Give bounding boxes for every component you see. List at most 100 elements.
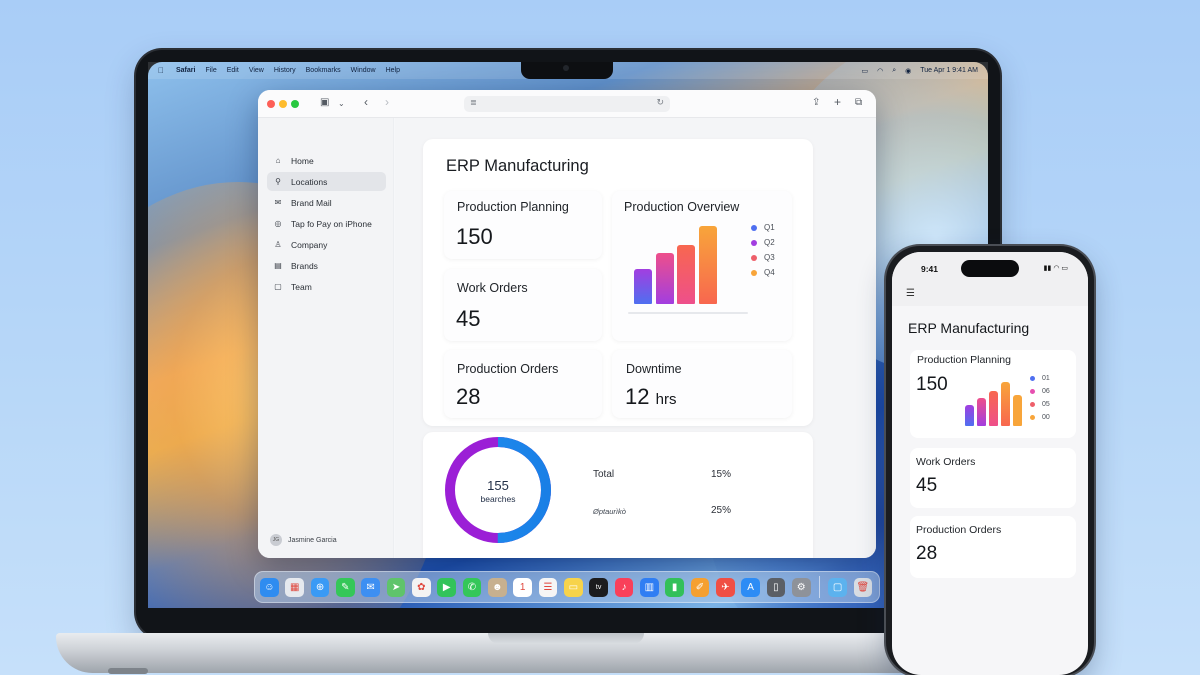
legend-dot: [1030, 376, 1035, 381]
calendar-icon[interactable]: 1: [513, 577, 533, 597]
sidebar-item-label: Brand Mail: [291, 197, 332, 208]
search-icon[interactable]: ⌕: [892, 67, 896, 75]
sidebar-item-tap-to-pay[interactable]: ◎ Tap fo Pay on iPhone: [267, 214, 386, 233]
sidebar-item-locations[interactable]: ⚲ Locations: [267, 172, 386, 191]
reload-icon[interactable]: ↻: [656, 97, 664, 108]
legend-item: 01: [1030, 372, 1050, 385]
legend-dot: [1030, 415, 1035, 420]
safari-window: ▣ ⌄ ‹ › ≣ ↻ ⇪ + ⧉ ⌂ Home ⚲ Locations ✉ B…: [258, 90, 876, 558]
chevron-down-icon[interactable]: ⌄: [338, 99, 345, 108]
tv-icon[interactable]: tv: [589, 577, 608, 597]
card-value: 150: [916, 374, 948, 395]
minimize-window-button[interactable]: [279, 100, 287, 108]
mail-icon[interactable]: ✉: [361, 577, 381, 597]
card-label: Work Orders: [916, 456, 976, 468]
menu-help[interactable]: Help: [386, 67, 400, 74]
card-value: 45: [916, 475, 938, 496]
menu-file[interactable]: File: [205, 67, 216, 74]
chart-bar: [977, 398, 986, 426]
tap-to-pay-icon: ◎: [274, 219, 282, 228]
main-content: [395, 118, 876, 558]
legend-label: 01: [1042, 375, 1050, 382]
chart-bar: [1013, 395, 1022, 426]
menu-window[interactable]: Window: [351, 67, 376, 74]
hamburger-menu-icon[interactable]: ☰: [906, 288, 915, 299]
trash-icon[interactable]: 🗑: [853, 577, 873, 597]
address-bar[interactable]: ≣ ↻: [464, 96, 670, 112]
maps-icon[interactable]: ➤: [386, 577, 406, 597]
dock: ☺ ▦ ⊕ ✎ ✉ ➤ ✿ ▶ ✆ ☻ 1 ☰ ▭ tv ♪ ▥ ▮ ✐ ✈ A ▯ ⚙ ▢ 🗑: [254, 571, 880, 603]
notes-icon[interactable]: ▭: [563, 577, 583, 597]
phone-status-icons: ▮▮ ◠ ▭: [1043, 265, 1068, 272]
sidebar-item-home[interactable]: ⌂ Home: [267, 151, 386, 170]
wifi-icon[interactable]: ◠: [877, 67, 883, 75]
sidebar-item-label: Home: [291, 155, 314, 166]
phone-icon[interactable]: ✆: [462, 577, 482, 597]
menu-bookmarks[interactable]: Bookmarks: [306, 67, 341, 74]
sidebar-item-label: Team: [291, 281, 312, 292]
avatar: JG: [270, 534, 282, 546]
control-center-icon[interactable]: ◉: [905, 67, 911, 75]
legend-label: 00: [1042, 414, 1050, 421]
reminders-icon[interactable]: ☰: [538, 577, 558, 597]
menu-edit[interactable]: Edit: [227, 67, 239, 74]
menu-clock[interactable]: Tue Apr 1 9:41 AM: [920, 67, 978, 74]
pages-icon[interactable]: ✐: [690, 577, 710, 597]
phone-mini-chart: [965, 380, 1029, 426]
photos-icon[interactable]: ✿: [411, 577, 431, 597]
share-icon[interactable]: ⇪: [812, 97, 820, 108]
page-settings-icon[interactable]: ≣: [470, 98, 477, 107]
dock-separator: [819, 576, 821, 598]
legend-item: 00: [1030, 411, 1050, 424]
close-window-button[interactable]: [267, 100, 275, 108]
keynote-icon[interactable]: ▥: [639, 577, 659, 597]
menu-view[interactable]: View: [249, 67, 264, 74]
phone-production-planning-card[interactable]: Production Planning 150 01 06 05 00: [910, 350, 1076, 438]
new-tab-icon[interactable]: +: [834, 95, 841, 109]
settings-icon[interactable]: ⚙: [791, 577, 811, 597]
mail-icon: ✉: [274, 198, 282, 207]
phone-work-orders-card[interactable]: Work Orders 45: [910, 448, 1076, 508]
sidebar-item-team[interactable]: ▢ Team: [267, 277, 386, 296]
sidebar-item-label: Locations: [291, 176, 328, 187]
sidebar-item-company[interactable]: ♙ Company: [267, 235, 386, 254]
house-icon: ⌂: [275, 156, 281, 165]
tab-overview-icon[interactable]: ⧉: [855, 97, 862, 108]
location-pin-icon: ⚲: [275, 177, 281, 186]
menu-history[interactable]: History: [274, 67, 296, 74]
apple-icon[interactable]: : [158, 66, 166, 75]
zoom-window-button[interactable]: [291, 100, 299, 108]
messages-icon[interactable]: ✎: [335, 577, 355, 597]
safari-icon[interactable]: ⊕: [310, 577, 330, 597]
legend-item: 06: [1030, 385, 1050, 398]
note-icon: ▢: [274, 282, 282, 291]
numbers-icon[interactable]: ▮: [665, 577, 684, 597]
launchpad-icon[interactable]: ▦: [285, 577, 305, 597]
legend-item: 05: [1030, 398, 1050, 411]
dynamic-island: [961, 260, 1019, 277]
menu-app-name[interactable]: Safari: [176, 67, 195, 74]
contacts-icon[interactable]: ☻: [487, 577, 507, 597]
camera-icon: [563, 65, 569, 71]
finder-icon[interactable]: ☺: [260, 577, 279, 597]
card-value: 28: [916, 543, 938, 564]
user-profile[interactable]: JG Jasmine Garcia: [270, 534, 337, 546]
sidebar-item-label: Company: [291, 239, 328, 250]
facetime-icon[interactable]: ▶: [437, 577, 457, 597]
back-icon[interactable]: ‹: [364, 95, 368, 109]
sidebar-item-brands[interactable]: ▤ Brands: [267, 256, 386, 275]
user-name: Jasmine Garcia: [288, 536, 337, 544]
phone-clock: 9:41: [921, 264, 939, 274]
app-store-icon[interactable]: A: [741, 577, 760, 597]
launch-icon[interactable]: ✈: [715, 577, 735, 597]
iphone-mirroring-icon[interactable]: ▯: [766, 577, 786, 597]
battery-icon[interactable]: ▭: [862, 67, 869, 75]
sidebar-item-brand-mail[interactable]: ✉ Brand Mail: [267, 193, 386, 212]
downloads-folder-icon[interactable]: ▢: [828, 577, 847, 597]
chart-bar: [1001, 382, 1010, 426]
phone-production-orders-card[interactable]: Production Orders 28: [910, 516, 1076, 578]
legend-label: 06: [1042, 388, 1050, 395]
sidebar-toggle-icon[interactable]: ▣: [320, 97, 329, 108]
music-icon[interactable]: ♪: [614, 577, 634, 597]
forward-icon[interactable]: ›: [385, 95, 389, 109]
